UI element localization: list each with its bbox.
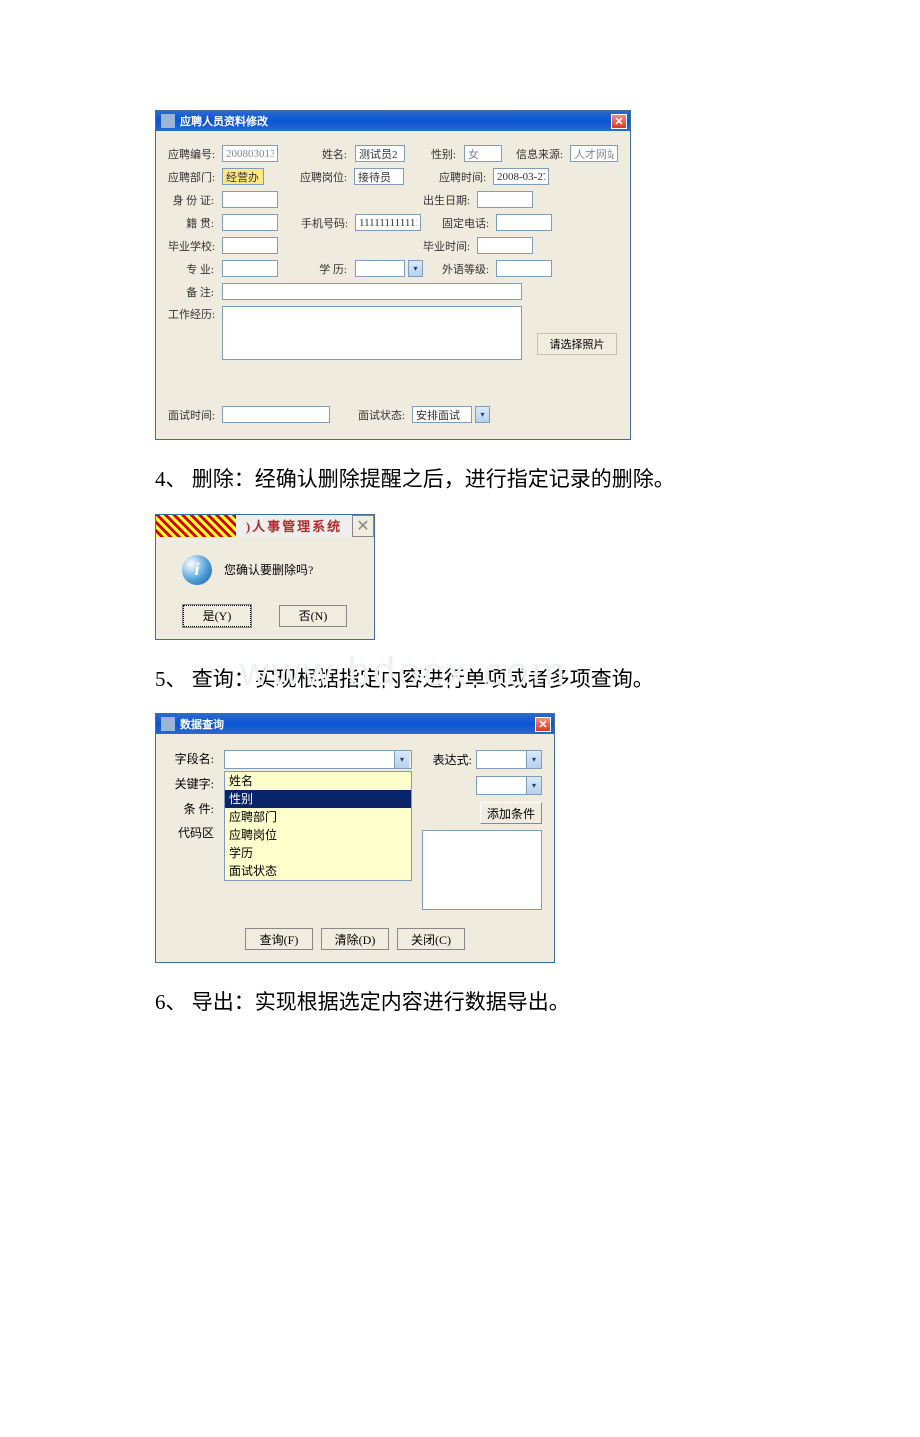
label-code-area: 代码区 [168,826,214,840]
chevron-down-icon[interactable]: ▾ [526,777,541,794]
input-gradtime[interactable] [477,237,533,254]
label-keyword: 关键字: [168,775,214,794]
list-item[interactable]: 应聘岗位 [225,826,411,844]
title-pattern-icon [156,515,236,537]
label-post: 应聘岗位: [300,169,350,185]
label-gradtime: 毕业时间: [423,238,473,254]
label-edu: 学 历: [301,261,351,277]
label-interview-status: 面试状态: [358,407,408,423]
label-lang: 外语等级: [442,261,492,277]
label-dept: 应聘部门: [168,169,218,185]
label-idcard: 身 份 证: [168,192,218,208]
dlg2-title: )人事管理系统 [236,515,352,537]
info-icon: i [182,555,212,585]
label-cond: 条 件: [168,800,214,819]
no-button[interactable]: 否(N) [279,605,347,627]
label-birthdate: 出生日期: [423,192,473,208]
label-field: 字段名: [168,750,214,769]
label-tel: 固定电话: [442,215,492,231]
input-mobile[interactable] [355,214,421,231]
label-gender: 性别: [428,146,460,162]
select-photo-button[interactable]: 请选择照片 [537,333,617,355]
window-icon [161,717,175,731]
confirm-message: 您确认要删除吗? [224,561,313,578]
label-major: 专 业: [168,261,218,277]
label-source: 信息来源: [516,146,566,162]
chevron-down-icon[interactable]: ▾ [408,260,423,277]
input-interview-status[interactable] [412,406,472,423]
input-name[interactable] [355,145,405,162]
query-button[interactable]: 查询(F) [245,928,313,950]
chevron-down-icon[interactable]: ▾ [526,751,541,768]
dlg1-title: 应聘人员资料修改 [180,113,611,129]
list-item[interactable]: 性别 [225,790,411,808]
chevron-down-icon[interactable]: ▾ [475,406,490,423]
input-post[interactable] [354,168,404,185]
input-dept[interactable] [222,168,264,185]
confirm-delete-dialog: )人事管理系统 ✕ i 您确认要删除吗? 是(Y) 否(N) [155,514,375,640]
label-expr: 表达式: [422,751,472,768]
label-school: 毕业学校: [168,238,218,254]
input-remark[interactable] [222,283,522,300]
yes-button[interactable]: 是(Y) [183,605,251,627]
input-major[interactable] [222,260,278,277]
input-native[interactable] [222,214,278,231]
close-icon[interactable]: ✕ [535,717,551,732]
section-5-text: 5、 查询：实现根据指定内容进行单项或者多项查询。 [155,664,765,696]
input-source[interactable] [570,145,618,162]
section-4-text: 4、 删除：经确认删除提醒之后，进行指定记录的删除。 [155,464,765,496]
label-work: 工作经历: [168,306,218,322]
field-listbox[interactable]: 姓名 性别 应聘部门 应聘岗位 学历 面试状态 [224,771,412,881]
list-item[interactable]: 姓名 [225,772,411,790]
data-query-dialog: 数据查询 ✕ 字段名: 关键字: 条 件: 代码区 ▾ 姓名 性别 应聘部门 应… [155,713,555,963]
input-edu[interactable] [355,260,405,277]
dlg2-titlebar: )人事管理系统 ✕ [156,515,374,537]
label-name: 姓名: [301,146,351,162]
input-birthdate[interactable] [477,191,533,208]
dlg1-titlebar: 应聘人员资料修改 ✕ [156,111,630,131]
input-code[interactable] [222,145,278,162]
dlg3-titlebar: 数据查询 ✕ [156,714,554,734]
dlg3-title: 数据查询 [180,716,535,732]
edit-applicant-dialog: 应聘人员资料修改 ✕ 应聘编号: 姓名: 性别: 信息来源: 应聘部门: [155,110,631,440]
input-idcard[interactable] [222,191,278,208]
list-item[interactable]: 应聘部门 [225,808,411,826]
label-native: 籍 贯: [168,215,218,231]
value-combo-input[interactable] [477,777,527,794]
label-remark: 备 注: [168,284,218,300]
label-code: 应聘编号: [168,146,218,162]
window-icon [161,114,175,128]
close-button[interactable]: 关闭(C) [397,928,465,950]
expr-combo-input[interactable] [477,751,527,768]
input-interview-time[interactable] [222,406,330,423]
chevron-down-icon[interactable]: ▾ [394,751,409,768]
add-condition-button[interactable]: 添加条件 [480,802,542,824]
list-item[interactable]: 学历 [225,844,411,862]
close-icon[interactable]: ✕ [611,114,627,129]
list-item[interactable]: 面试状态 [225,862,411,880]
input-school[interactable] [222,237,278,254]
input-work[interactable] [222,306,522,360]
label-interview-time: 面试时间: [168,407,218,423]
label-mobile: 手机号码: [301,215,351,231]
condition-area[interactable] [422,830,542,910]
input-gender[interactable] [464,145,502,162]
section-6-text: 6、 导出：实现根据选定内容进行数据导出。 [155,987,765,1019]
label-apply-time: 应聘时间: [439,169,489,185]
close-icon[interactable]: ✕ [352,515,374,537]
clear-button[interactable]: 清除(D) [321,928,389,950]
field-combo-input[interactable] [225,751,395,768]
